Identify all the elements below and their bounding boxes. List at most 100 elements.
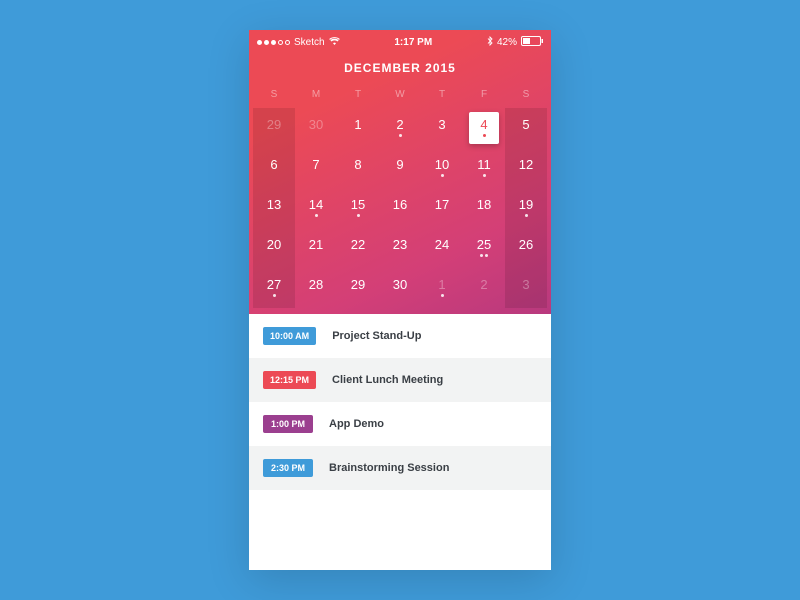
day-number: 22: [351, 238, 365, 251]
status-right: 42%: [487, 36, 543, 49]
calendar-day[interactable]: 29: [253, 108, 295, 148]
event-indicator: [273, 294, 276, 298]
day-number: 30: [309, 118, 323, 131]
phone-frame: Sketch 1:17 PM 42% DECEMBER 2015 SMTWTFS…: [249, 30, 551, 570]
signal-dots-icon: [257, 40, 290, 45]
event-title: Brainstorming Session: [329, 462, 449, 474]
event-time-badge: 10:00 AM: [263, 327, 316, 345]
calendar-day[interactable]: 19: [505, 188, 547, 228]
day-number: 23: [393, 238, 407, 251]
calendar-day[interactable]: 3: [505, 268, 547, 308]
calendar-day[interactable]: 23: [379, 228, 421, 268]
event-row[interactable]: 2:30 PM Brainstorming Session: [249, 446, 551, 490]
event-indicator: [357, 214, 360, 218]
day-number: 14: [309, 198, 323, 211]
day-number: 2: [480, 278, 487, 291]
weekday-label: F: [463, 89, 505, 100]
day-number: 9: [396, 158, 403, 171]
calendar-day[interactable]: 17: [421, 188, 463, 228]
carrier-label: Sketch: [294, 37, 325, 48]
day-number: 24: [435, 238, 449, 251]
calendar-day[interactable]: 29: [337, 268, 379, 308]
calendar-day[interactable]: 15: [337, 188, 379, 228]
calendar-day[interactable]: 24: [421, 228, 463, 268]
calendar-day[interactable]: 10: [421, 148, 463, 188]
weekday-label: T: [337, 89, 379, 100]
event-time-badge: 2:30 PM: [263, 459, 313, 477]
calendar-day[interactable]: 18: [463, 188, 505, 228]
battery-icon: [521, 36, 543, 49]
event-row[interactable]: 12:15 PMClient Lunch Meeting: [249, 358, 551, 402]
day-number: 8: [354, 158, 361, 171]
day-number: 18: [477, 198, 491, 211]
calendar-day[interactable]: 2: [379, 108, 421, 148]
calendar-day[interactable]: 16: [379, 188, 421, 228]
day-number: 27: [267, 278, 281, 291]
event-indicator: [315, 214, 318, 218]
status-left: Sketch: [257, 37, 340, 48]
weekday-label: W: [379, 89, 421, 100]
calendar-day[interactable]: 4: [463, 108, 505, 148]
calendar-day[interactable]: 27: [253, 268, 295, 308]
day-number: 11: [477, 158, 491, 171]
calendar-day[interactable]: 13: [253, 188, 295, 228]
day-number: 3: [438, 118, 445, 131]
day-number: 17: [435, 198, 449, 211]
calendar-day[interactable]: 1: [337, 108, 379, 148]
calendar-day[interactable]: 3: [421, 108, 463, 148]
day-number: 1: [438, 278, 445, 291]
day-number: 6: [270, 158, 277, 171]
day-number: 20: [267, 238, 281, 251]
day-number: 3: [522, 278, 529, 291]
status-time: 1:17 PM: [394, 37, 432, 48]
day-number: 1: [354, 118, 361, 131]
calendar-day[interactable]: 30: [379, 268, 421, 308]
calendar-day[interactable]: 9: [379, 148, 421, 188]
day-number: 29: [351, 278, 365, 291]
day-number: 28: [309, 278, 323, 291]
calendar-day[interactable]: 11: [463, 148, 505, 188]
weekday-label: S: [253, 89, 295, 100]
month-title[interactable]: DECEMBER 2015: [249, 51, 551, 89]
weekday-label: M: [295, 89, 337, 100]
day-number: 30: [393, 278, 407, 291]
calendar-day[interactable]: 25: [463, 228, 505, 268]
day-number: 19: [519, 198, 533, 211]
event-indicator: [441, 174, 444, 178]
calendar-day[interactable]: 14: [295, 188, 337, 228]
event-title: App Demo: [329, 418, 384, 430]
calendar-day[interactable]: 2: [463, 268, 505, 308]
calendar-day[interactable]: 26: [505, 228, 547, 268]
calendar-day[interactable]: 7: [295, 148, 337, 188]
weekday-row: SMTWTFS: [249, 89, 551, 108]
calendar-day[interactable]: 22: [337, 228, 379, 268]
day-number: 5: [522, 118, 529, 131]
event-title: Client Lunch Meeting: [332, 374, 443, 386]
calendar-day[interactable]: 30: [295, 108, 337, 148]
day-number: 25: [477, 238, 491, 251]
calendar-day[interactable]: 5: [505, 108, 547, 148]
calendar-day[interactable]: 28: [295, 268, 337, 308]
day-number: 26: [519, 238, 533, 251]
event-row[interactable]: 1:00 PM App Demo: [249, 402, 551, 446]
event-indicator: [480, 254, 488, 258]
event-row[interactable]: 10:00 AM Project Stand-Up: [249, 314, 551, 358]
event-title: Project Stand-Up: [332, 330, 421, 342]
day-number: 29: [267, 118, 281, 131]
calendar-header-panel: Sketch 1:17 PM 42% DECEMBER 2015 SMTWTFS…: [249, 30, 551, 314]
day-number: 15: [351, 198, 365, 211]
calendar-day[interactable]: 1: [421, 268, 463, 308]
day-number: 2: [396, 118, 403, 131]
day-number: 21: [309, 238, 323, 251]
calendar-day[interactable]: 20: [253, 228, 295, 268]
event-list: 10:00 AM Project Stand-Up 12:15 PMClient L…: [249, 314, 551, 570]
calendar-day[interactable]: 21: [295, 228, 337, 268]
calendar-day[interactable]: 12: [505, 148, 547, 188]
weekday-label: S: [505, 89, 547, 100]
calendar-day[interactable]: 6: [253, 148, 295, 188]
event-indicator: [483, 134, 486, 138]
wifi-icon: [329, 37, 340, 48]
bluetooth-icon: [487, 36, 493, 49]
event-time-badge: 1:00 PM: [263, 415, 313, 433]
calendar-day[interactable]: 8: [337, 148, 379, 188]
